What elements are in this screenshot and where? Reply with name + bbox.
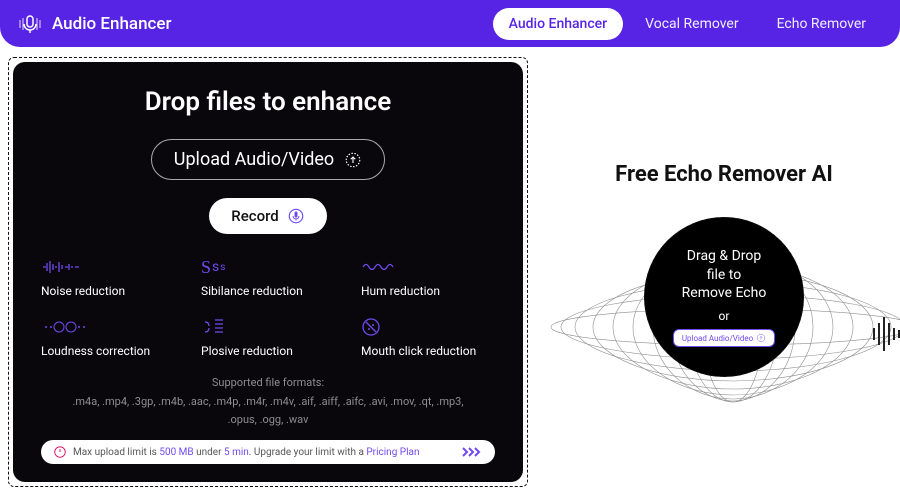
feature-plosive-reduction: Plosive reduction <box>201 316 335 358</box>
upload-icon <box>756 333 766 343</box>
chevrons-right-icon <box>461 446 483 458</box>
brand-logo-icon <box>18 12 42 36</box>
upload-limit-bar: Max upload limit is 500 MB under 5 min. … <box>41 440 495 464</box>
record-button[interactable]: Record <box>209 198 326 234</box>
drop-heading: Drop files to enhance <box>145 87 392 117</box>
upload-audio-video-button[interactable]: Upload Audio/Video <box>151 139 385 180</box>
feature-hum-reduction: Hum reduction <box>361 256 495 298</box>
echo-remover-section: Free Echo Remover AI Drag & Drop file to… <box>548 57 900 487</box>
tab-echo-remover[interactable]: Echo Remover <box>761 8 882 40</box>
echo-upload-button[interactable]: Upload Audio/Video <box>673 329 775 347</box>
brand: Audio Enhancer <box>18 12 172 36</box>
hum-wave-icon <box>361 256 495 278</box>
feature-loudness-correction: Loudness correction <box>41 316 175 358</box>
feature-sibilance-reduction: Sss Sibilance reduction <box>201 256 335 298</box>
tab-vocal-remover[interactable]: Vocal Remover <box>629 8 754 40</box>
feature-noise-reduction: Noise reduction <box>41 256 175 298</box>
echo-drop-zone[interactable]: Drag & Drop file to Remove Echo or Uploa… <box>644 217 804 377</box>
drop-zone[interactable]: Drop files to enhance Upload Audio/Video… <box>8 57 528 487</box>
supported-formats: Supported file formats: .m4a, .mp4, .3gp… <box>58 374 478 430</box>
limit-text: Max upload limit is 500 MB under 5 min. … <box>73 447 420 458</box>
sibilance-icon: Sss <box>201 256 335 278</box>
mouth-click-icon <box>361 316 495 338</box>
waveform-icon <box>41 256 175 278</box>
echo-remover-title: Free Echo Remover AI <box>615 162 833 187</box>
audio-bars-icon <box>873 317 900 351</box>
tab-audio-enhancer[interactable]: Audio Enhancer <box>493 8 623 40</box>
nav-tabs: Audio Enhancer Vocal Remover Echo Remove… <box>493 8 882 40</box>
pricing-plan-link[interactable]: Pricing Plan <box>366 447 419 458</box>
or-divider: or <box>719 309 730 323</box>
upload-icon <box>344 151 362 169</box>
microphone-icon <box>287 207 305 225</box>
feature-mouth-click-reduction: Mouth click reduction <box>361 316 495 358</box>
loudness-icon <box>41 316 175 338</box>
drop-instruction: Drag & Drop file to Remove Echo <box>682 247 767 304</box>
features-grid: Noise reduction Sss Sibilance reduction … <box>41 256 495 358</box>
enhancer-panel: Drop files to enhance Upload Audio/Video… <box>13 62 523 482</box>
top-nav: Audio Enhancer Audio Enhancer Vocal Remo… <box>0 0 900 47</box>
brand-name: Audio Enhancer <box>52 14 172 34</box>
info-icon <box>53 445 67 459</box>
plosive-icon <box>201 316 335 338</box>
